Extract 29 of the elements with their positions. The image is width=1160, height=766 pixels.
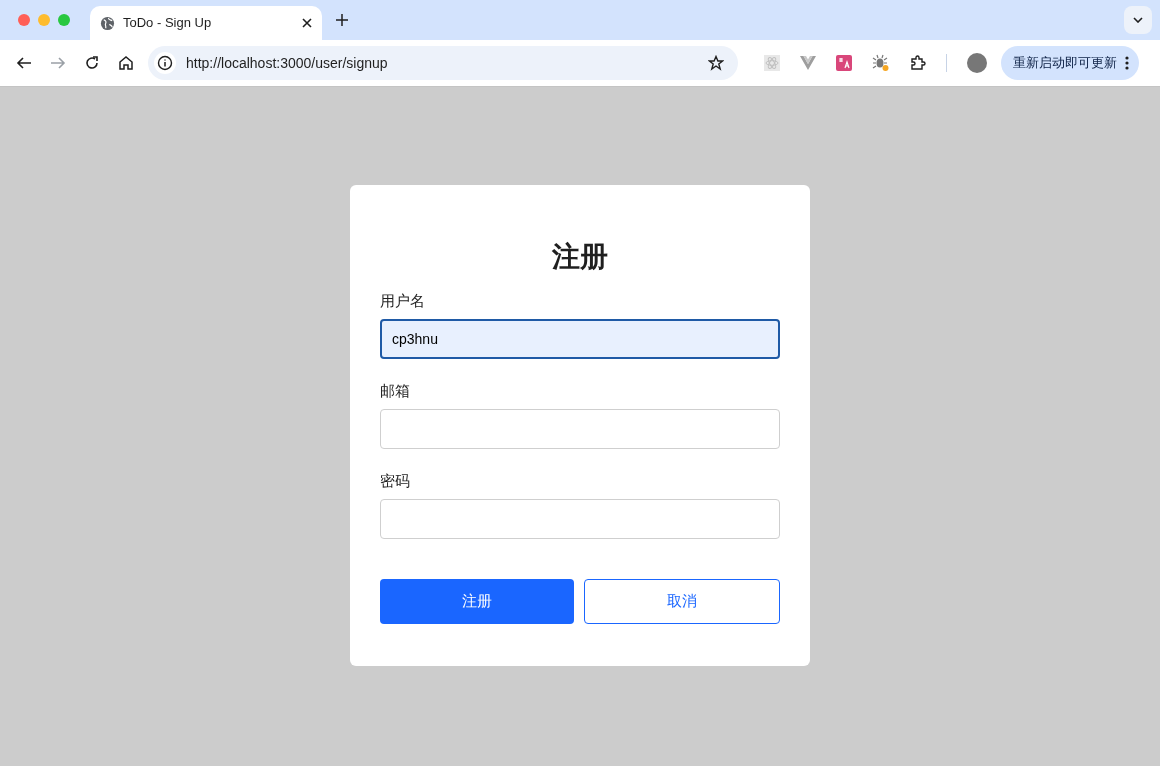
update-button[interactable]: 重新启动即可更新 — [1001, 46, 1139, 80]
submit-button[interactable]: 注册 — [380, 579, 574, 624]
bug-icon[interactable] — [872, 54, 890, 72]
new-tab-icon[interactable] — [336, 14, 348, 26]
field-label: 用户名 — [380, 291, 425, 311]
puzzle-piece-icon[interactable] — [910, 55, 926, 71]
info-icon[interactable] — [154, 52, 176, 74]
forward-icon[interactable] — [50, 55, 66, 71]
chevron-down-icon — [1133, 17, 1143, 23]
back-icon[interactable] — [16, 55, 32, 71]
input-field[interactable]: cp3hnu — [380, 319, 780, 359]
tab-search-button[interactable] — [1124, 6, 1152, 34]
more-options-icon[interactable] — [1125, 56, 1129, 70]
field-label: 密码 — [380, 471, 410, 491]
cancel-button[interactable]: 取消 — [584, 579, 780, 624]
field-label: 邮箱 — [380, 381, 410, 401]
address-bar[interactable]: http://localhost:3000/user/signup — [148, 46, 738, 80]
translate-icon[interactable] — [836, 55, 852, 71]
bookmark-star-icon[interactable] — [708, 55, 724, 71]
reload-icon[interactable] — [84, 55, 100, 71]
v-logo-icon[interactable] — [800, 56, 816, 70]
input-field[interactable] — [380, 499, 780, 539]
profile-avatar[interactable] — [967, 53, 987, 73]
home-icon[interactable] — [118, 55, 134, 71]
form-title: 注册 — [551, 240, 609, 274]
browser-tab[interactable]: ToDo - Sign Up — [90, 6, 322, 40]
close-window-icon[interactable] — [18, 14, 30, 26]
close-tab-icon[interactable] — [302, 18, 312, 28]
input-field[interactable] — [380, 409, 780, 449]
